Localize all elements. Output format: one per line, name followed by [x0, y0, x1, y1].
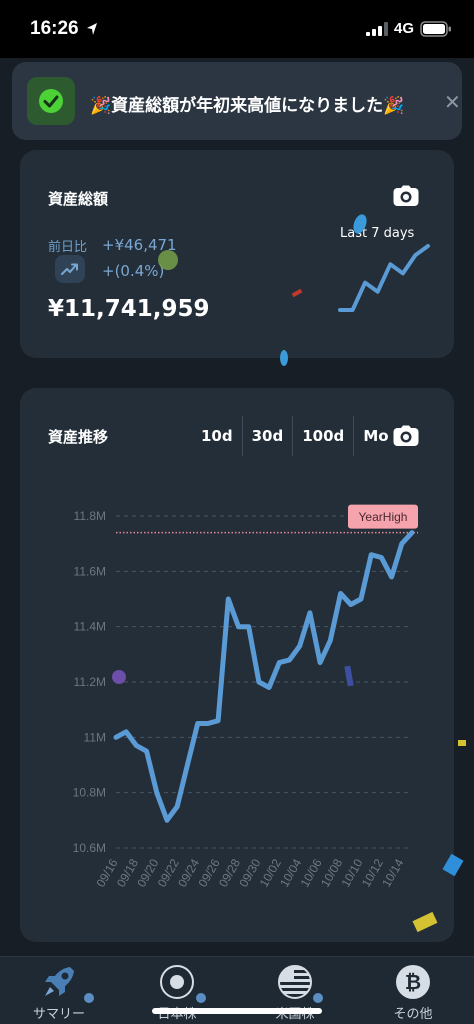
camera-icon[interactable] [393, 185, 419, 207]
tab-summary[interactable]: サマリー [0, 957, 118, 1024]
range-tab-100d[interactable]: 100d [293, 416, 355, 456]
tab-summary-label: サマリー [32, 1007, 85, 1022]
y-tick-label: 11.6M [74, 564, 106, 578]
trending-up-icon [61, 263, 78, 275]
camera-icon[interactable] [393, 425, 419, 447]
range-tab-10d[interactable]: 10d [192, 416, 243, 456]
tab-others[interactable]: ₿ その他 [354, 957, 472, 1024]
asset-history-title: 資産推移 [48, 428, 109, 446]
last-7-days-label: Last 7 days [340, 226, 415, 241]
us-flag-icon [278, 965, 312, 999]
total-assets-value: ¥11,741,959 [48, 296, 210, 322]
year-high-toast: 🎉資産総額が年初来高値になりました🎉 ✕ [12, 62, 462, 140]
asset-history-card: 資産推移 10d 30d 100d Mo 10.6M 10.8M 11M 11.2M 1… [20, 388, 454, 942]
signal-icon [366, 22, 388, 36]
y-tick-label: 10.8M [73, 786, 106, 800]
battery-icon [420, 21, 451, 37]
svg-text:₿: ₿ [405, 970, 421, 994]
change-percent: +(0.4%) [102, 262, 165, 280]
tab-notification-dot [196, 993, 206, 1003]
japan-flag-icon [160, 965, 194, 999]
total-assets-card: 資産総額 前日比 +¥46,471 +(0.4%) ¥11,741,959 La… [20, 150, 454, 358]
range-selector: 10d 30d 100d Mo [192, 416, 398, 456]
bitcoin-icon: ₿ [396, 965, 430, 999]
y-tick-label: 11.4M [74, 620, 106, 634]
range-tab-30d[interactable]: 30d [243, 416, 294, 456]
tab-notification-dot [84, 993, 94, 1003]
status-bar: 16:26 4G [0, 0, 474, 58]
toast-message: 🎉資産総額が年初来高値になりました🎉 [90, 96, 405, 116]
confetti-piece [280, 350, 288, 366]
tab-notification-dot [313, 993, 323, 1003]
toast-success-badge [27, 77, 75, 125]
rocket-icon [45, 967, 74, 996]
confetti-piece [458, 740, 466, 746]
y-tick-label: 11M [84, 730, 106, 744]
y-tick-label: 10.6M [73, 841, 106, 855]
confetti-piece [112, 670, 126, 684]
network-type: 4G [394, 20, 415, 37]
asset-history-line [113, 530, 415, 823]
x-tick-label: 10/14 [379, 856, 406, 889]
toast-close-button[interactable]: ✕ [444, 90, 461, 114]
year-high-label: YearHigh [359, 510, 408, 524]
last-7-days-sparkline [338, 244, 430, 312]
tab-others-label: その他 [393, 1007, 433, 1022]
status-time: 16:26 [30, 18, 79, 39]
home-indicator [152, 1008, 322, 1014]
sparkline-line [338, 244, 430, 312]
prev-day-label: 前日比 [48, 240, 88, 255]
y-tick-label: 11.2M [74, 675, 106, 689]
range-tab-monthly[interactable]: Mo [354, 416, 397, 456]
total-assets-title: 資産総額 [48, 190, 109, 208]
location-arrow-icon [87, 23, 97, 35]
check-circle-icon [39, 89, 63, 113]
asset-history-chart: 10.6M 10.8M 11M 11.2M 11.4M 11.6M 11.8M YearHig… [73, 504, 418, 890]
y-tick-label: 11.8M [74, 509, 106, 523]
trend-badge [55, 255, 85, 283]
confetti-piece [158, 250, 178, 270]
